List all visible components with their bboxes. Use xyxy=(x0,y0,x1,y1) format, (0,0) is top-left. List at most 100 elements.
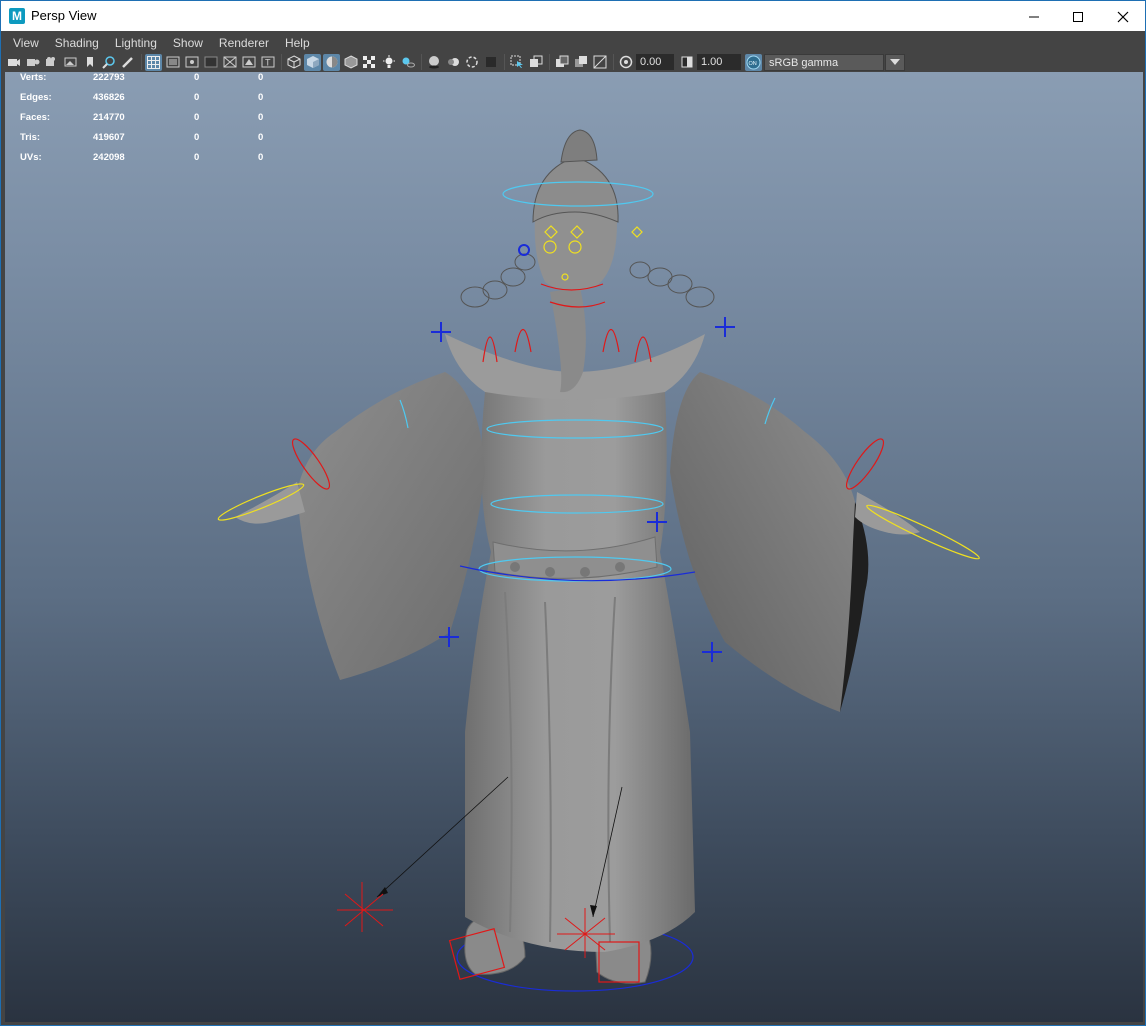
exposure-button[interactable] xyxy=(617,54,634,71)
motion-blur-button[interactable] xyxy=(444,54,461,71)
svg-text:ON: ON xyxy=(749,61,757,67)
close-button[interactable] xyxy=(1100,1,1146,32)
shadow-icon xyxy=(402,57,415,68)
xray-joints-icon xyxy=(555,55,568,67)
ambient-occlusion-button[interactable] xyxy=(425,54,442,71)
hud-label: Verts: xyxy=(20,72,47,83)
view-transform-select[interactable]: sRGB gamma xyxy=(764,53,884,71)
film-gate-icon xyxy=(166,56,179,68)
dof-icon xyxy=(485,57,496,67)
pan-zoom-icon xyxy=(101,56,115,69)
window-titlebar: M Persp View xyxy=(0,0,1146,31)
xray-joints-button[interactable] xyxy=(553,54,570,71)
maximize-icon xyxy=(1073,11,1083,22)
exposure-aperture-icon xyxy=(619,55,632,69)
hud-label: Tris: xyxy=(20,132,41,143)
smooth-shade-button[interactable] xyxy=(304,53,321,71)
menu-show[interactable]: Show xyxy=(165,33,211,53)
depth-of-field-button[interactable] xyxy=(482,54,499,71)
menu-view[interactable]: View xyxy=(5,33,47,53)
checker-button[interactable] xyxy=(361,54,378,71)
close-icon xyxy=(1117,11,1129,22)
color-management-toggle[interactable]: ON xyxy=(745,53,762,71)
exposure-field[interactable]: 0.00 xyxy=(636,54,674,70)
resolution-gate-button[interactable] xyxy=(183,54,200,71)
hud-value: 0 xyxy=(194,92,200,103)
xray-button[interactable] xyxy=(527,54,544,71)
wireframe-button[interactable] xyxy=(285,54,302,71)
material-sphere-icon xyxy=(326,56,337,68)
gate-mask-icon xyxy=(204,56,217,68)
hud-label: Edges: xyxy=(20,92,52,103)
motion-blur-icon xyxy=(447,58,459,66)
hud-value: 0 xyxy=(194,112,200,123)
safe-title-button[interactable]: T xyxy=(259,54,276,71)
shadows-button[interactable] xyxy=(399,54,416,71)
gamma-button[interactable] xyxy=(678,54,695,71)
maximize-button[interactable] xyxy=(1055,1,1101,32)
camera-attributes-button[interactable] xyxy=(24,54,41,71)
anti-aliasing-button[interactable] xyxy=(463,54,480,71)
gate-mask-button[interactable] xyxy=(202,54,219,71)
menu-shading[interactable]: Shading xyxy=(47,33,107,53)
image-plane-icon xyxy=(64,57,76,67)
shaded-cube-icon xyxy=(306,56,319,68)
panel-toolbar: T 0.00 1.00 ON sRGB gamma xyxy=(5,52,1143,72)
bookmarks-button[interactable] xyxy=(43,54,60,71)
hat-wing-left xyxy=(460,253,536,308)
camera-attr-icon xyxy=(26,59,39,66)
aa-ring-icon xyxy=(465,56,478,68)
hud-value: 0 xyxy=(258,132,264,143)
pencil-icon xyxy=(121,57,133,68)
perspective-viewport[interactable]: Verts: 222793 0 0 Edges: 436826 0 0 Face… xyxy=(5,72,1143,1022)
backface-icon xyxy=(593,55,606,69)
image-plane-button[interactable] xyxy=(62,54,79,71)
toolbar-separator xyxy=(141,54,142,70)
toolbar-separator xyxy=(504,54,505,70)
right-sleeve xyxy=(670,372,856,712)
hud-row-edges: Edges: 436826 0 0 xyxy=(20,92,320,112)
film-gate-button[interactable] xyxy=(164,54,181,71)
grid-toggle-button[interactable] xyxy=(145,53,162,71)
hud-value: 419607 xyxy=(93,132,125,143)
robe-body xyxy=(465,392,695,952)
toolbar-separator xyxy=(549,54,550,70)
maya-logo-icon: M xyxy=(9,8,25,24)
xray-active-button[interactable] xyxy=(572,54,589,71)
gamma-field[interactable]: 1.00 xyxy=(697,54,741,70)
menu-lighting[interactable]: Lighting xyxy=(107,33,165,53)
hud-row-verts: Verts: 222793 0 0 xyxy=(20,72,320,92)
field-chart-button[interactable] xyxy=(221,54,238,71)
grease-pencil-button[interactable] xyxy=(119,54,136,71)
menu-renderer[interactable]: Renderer xyxy=(211,33,277,53)
menu-help[interactable]: Help xyxy=(277,33,318,53)
backface-culling-button[interactable] xyxy=(591,54,608,71)
minimize-icon xyxy=(1029,16,1039,17)
safe-action-icon xyxy=(242,56,255,68)
view-transform-dropdown-button[interactable] xyxy=(885,53,905,71)
left-hand xyxy=(235,482,305,524)
hud-value: 214770 xyxy=(93,112,125,123)
safe-title-icon: T xyxy=(261,56,274,68)
light-bulb-icon xyxy=(382,55,395,68)
default-material-button[interactable] xyxy=(323,53,340,71)
camera-icon xyxy=(7,59,20,66)
2d-pan-zoom-button[interactable] xyxy=(100,54,117,71)
select-camera-button[interactable] xyxy=(5,54,22,71)
right-hand xyxy=(855,492,920,535)
bookmark-icon xyxy=(86,57,93,67)
toolbar-separator xyxy=(613,54,614,70)
hud-row-tris: Tris: 419607 0 0 xyxy=(20,132,320,152)
lights-button[interactable] xyxy=(380,54,397,71)
isolate-select-button[interactable] xyxy=(508,54,525,71)
safe-action-button[interactable] xyxy=(240,54,257,71)
bookmark-button[interactable] xyxy=(81,54,98,71)
hud-label: UVs: xyxy=(20,152,42,163)
field-chart-icon xyxy=(223,56,236,68)
isolate-icon xyxy=(510,55,523,68)
color-management-icon: ON xyxy=(746,55,761,69)
hat-top xyxy=(560,129,598,163)
textured-button[interactable] xyxy=(342,54,359,71)
minimize-button[interactable] xyxy=(1011,1,1057,32)
hat-wing-right xyxy=(629,261,715,308)
